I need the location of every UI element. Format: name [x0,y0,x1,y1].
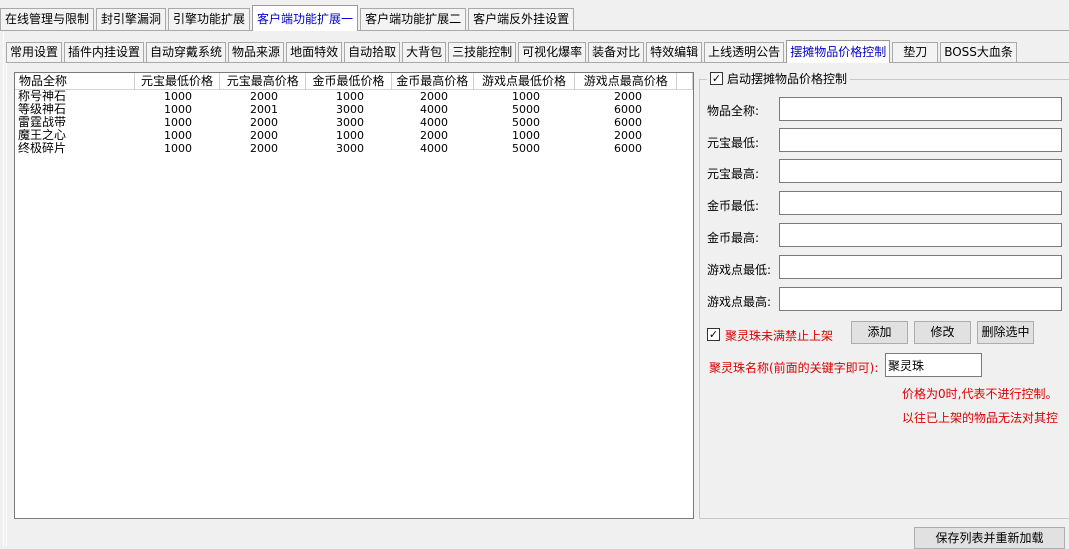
price-list-table[interactable]: 物品全称 元宝最低价格 元宝最高价格 金币最低价格 金币最高价格 游戏点最低价格… [14,72,694,519]
cell: 3000 [336,142,364,155]
cell: 2001 [250,103,278,116]
cell: 1000 [164,116,192,129]
cell: 雷霆战带 [18,116,67,129]
subtab-big-bag[interactable]: 大背包 [402,42,447,62]
subtab-auto-pickup[interactable]: 自动拾取 [344,42,401,62]
cell: 5000 [512,103,540,116]
tab-engine-ext[interactable]: 引擎功能扩展 [168,8,251,30]
cell: 4000 [420,103,448,116]
cell: 2000 [250,116,278,129]
label-item-name: 物品全称: [707,104,760,118]
table-row[interactable]: 终极碎片 1000 2000 3000 4000 5000 6000 [15,142,693,155]
table-row[interactable]: 等级神石 1000 2001 3000 4000 5000 6000 [15,103,693,116]
subtab-boss-bar[interactable]: BOSS大血条 [940,42,1017,62]
cell: 3000 [336,103,364,116]
cell: 2000 [250,142,278,155]
point-min-input[interactable] [779,255,1062,279]
cell: 2000 [250,90,278,103]
cell: 称号神石 [18,90,67,103]
cell: 6000 [614,116,642,129]
item-name-input[interactable] [779,97,1062,121]
cell: 1000 [164,142,192,155]
subtab-common[interactable]: 常用设置 [6,42,63,62]
yb-min-input[interactable] [779,128,1062,152]
cell: 2000 [614,129,642,142]
cell: 5000 [512,142,540,155]
gold-min-input[interactable] [779,191,1062,215]
cell: 等级神石 [18,103,67,116]
cell: 4000 [420,116,448,129]
cell: 1000 [164,103,192,116]
col-gold-min[interactable]: 金币最低价格 [306,73,392,90]
subtab-ground-effect[interactable]: 地面特效 [286,42,343,62]
cell: 1000 [164,90,192,103]
label-gold-max: 金币最高: [707,231,760,245]
subtab-padding-blade[interactable]: 垫刀 [892,42,939,62]
cell: 6000 [614,142,642,155]
cell: 1000 [512,90,540,103]
cell: 1000 [336,129,364,142]
col-point-max[interactable]: 游戏点最高价格 [575,73,678,90]
label-point-min: 游戏点最低: [707,263,772,277]
cell: 魔王之心 [18,129,67,142]
table-row[interactable]: 魔王之心 1000 2000 1000 2000 1000 2000 [15,129,693,142]
subtab-login-notice[interactable]: 上线透明公告 [704,42,785,62]
cell: 2000 [420,129,448,142]
modify-button[interactable]: 修改 [914,321,971,344]
cell: 1000 [336,90,364,103]
col-yb-max[interactable]: 元宝最高价格 [220,73,307,90]
jlz-name-input[interactable] [885,353,982,377]
cell: 1000 [512,129,540,142]
col-yb-min[interactable]: 元宝最低价格 [135,73,221,90]
jlz-name-label: 聚灵珠名称(前面的关键字即可): [709,361,879,375]
tab-online-management[interactable]: 在线管理与限制 [0,8,95,30]
label-yb-max: 元宝最高: [707,167,760,181]
tab-client-ext-1[interactable]: 客户端功能扩展一 [252,5,359,31]
ban-unfilled-checkbox[interactable]: ✓ [707,328,720,341]
cell: 终极碎片 [18,142,67,155]
tab-client-ext-2[interactable]: 客户端功能扩展二 [360,8,467,30]
col-item-name[interactable]: 物品全称 [15,73,135,90]
table-row[interactable]: 雷霆战带 1000 2000 3000 4000 5000 6000 [15,116,693,129]
subtab-three-skill[interactable]: 三技能控制 [448,42,517,62]
yb-max-input[interactable] [779,159,1062,183]
cell: 2000 [420,90,448,103]
col-extra [677,73,693,90]
cell: 1000 [164,129,192,142]
cell: 5000 [512,116,540,129]
label-point-max: 游戏点最高: [707,295,772,309]
tab-engine-vuln[interactable]: 封引擎漏洞 [96,8,167,30]
subtab-stall-price[interactable]: 摆摊物品价格控制 [786,40,891,63]
enable-control-checkbox[interactable]: ✓ [710,71,723,85]
top-tab-bar: 在线管理与限制 封引擎漏洞 引擎功能扩展 客户端功能扩展一 客户端功能扩展二 客… [0,5,576,31]
cell: 2000 [250,129,278,142]
tab-client-anticheat[interactable]: 客户端反外挂设置 [468,8,575,30]
cell: 6000 [614,103,642,116]
table-row[interactable]: 称号神石 1000 2000 1000 2000 1000 2000 [15,90,693,103]
add-button[interactable]: 添加 [851,321,908,344]
enable-control-checkbox-row[interactable]: ✓ 启动摆摊物品价格控制 [707,70,851,86]
point-max-input[interactable] [779,287,1062,311]
cell: 4000 [420,142,448,155]
note-zero-price: 价格为0时,代表不进行控制。 [902,387,1058,401]
subtab-effect-edit[interactable]: 特效编辑 [646,42,703,62]
cell: 2000 [614,90,642,103]
delete-selected-button[interactable]: 删除选中 [977,321,1034,344]
col-gold-max[interactable]: 金币最高价格 [392,73,474,90]
note-existing-items: 以往已上架的物品无法对其控 [902,411,1059,425]
label-yb-min: 元宝最低: [707,136,760,150]
sub-tab-bar: 常用设置 插件内挂设置 自动穿戴系统 物品来源 地面特效 自动拾取 大背包 三技… [6,40,1019,63]
gold-max-input[interactable] [779,223,1062,247]
subtab-equip-compare[interactable]: 装备对比 [588,42,645,62]
table-header: 物品全称 元宝最低价格 元宝最高价格 金币最低价格 金币最高价格 游戏点最低价格… [15,73,693,90]
ban-unfilled-label: 聚灵珠未满禁止上架 [725,329,834,343]
subtab-drop-rate[interactable]: 可视化爆率 [518,42,587,62]
subtab-plugin[interactable]: 插件内挂设置 [64,42,145,62]
subtab-item-source[interactable]: 物品来源 [228,42,285,62]
cell: 3000 [336,116,364,129]
subtab-auto-wear[interactable]: 自动穿戴系统 [146,42,227,62]
label-gold-min: 金币最低: [707,199,760,213]
enable-control-label: 启动摆摊物品价格控制 [727,71,848,86]
col-point-min[interactable]: 游戏点最低价格 [474,73,576,90]
